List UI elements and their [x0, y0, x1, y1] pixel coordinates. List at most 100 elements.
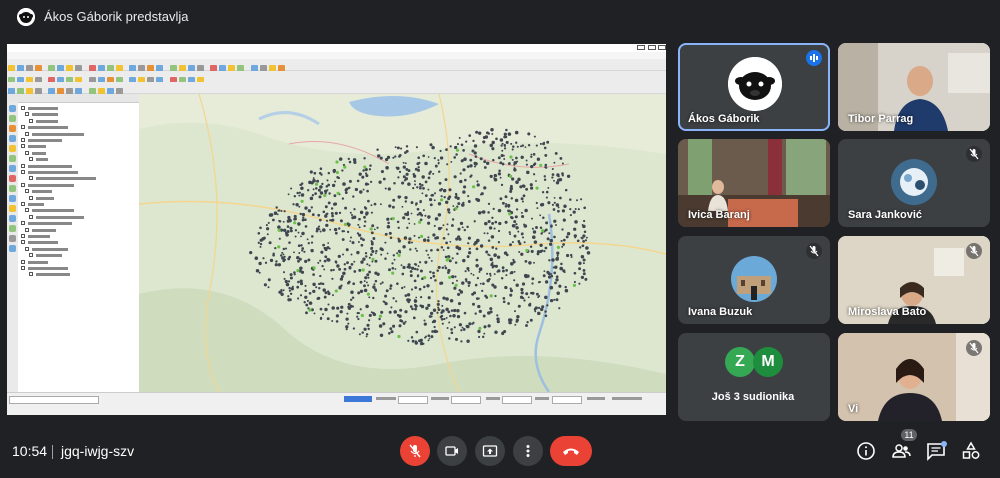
map-point	[386, 217, 390, 221]
map-point	[327, 242, 330, 244]
map-point	[456, 252, 459, 256]
participant-tile-miroslava[interactable]: Miroslava Bato	[838, 236, 990, 324]
map-point	[526, 321, 529, 324]
map-point	[525, 159, 528, 162]
map-point	[579, 246, 582, 249]
map-point	[282, 253, 285, 256]
map-point	[332, 268, 335, 272]
map-point	[533, 240, 538, 244]
map-point	[348, 265, 352, 269]
leave-call-button[interactable]	[550, 436, 592, 466]
map-point	[535, 201, 538, 205]
map-point	[281, 251, 284, 254]
map-point	[578, 282, 581, 285]
map-point	[460, 329, 463, 332]
map-point	[447, 197, 451, 201]
map-point	[427, 303, 431, 307]
info-icon	[857, 442, 875, 460]
map-point	[422, 209, 425, 212]
map-point	[539, 142, 542, 145]
map-point	[376, 226, 379, 229]
clock: 10:54	[12, 443, 48, 459]
map-point	[582, 258, 586, 262]
map-point	[412, 186, 415, 190]
map-point	[474, 283, 478, 287]
qgis-locator-search[interactable]	[9, 396, 99, 404]
present-button[interactable]	[475, 436, 505, 466]
map-point-green	[361, 268, 365, 272]
map-point	[468, 134, 472, 137]
map-point	[491, 140, 495, 145]
map-point	[513, 220, 517, 224]
map-point	[356, 179, 360, 183]
map-point-green	[323, 193, 327, 198]
map-point	[410, 336, 414, 339]
more-options-button[interactable]	[513, 436, 543, 466]
map-point	[503, 147, 507, 150]
map-point	[402, 161, 405, 164]
map-point	[261, 237, 265, 241]
activities-button[interactable]	[960, 440, 982, 462]
map-point	[288, 255, 292, 259]
map-point	[444, 178, 448, 182]
map-point	[477, 329, 481, 334]
map-point	[338, 267, 342, 271]
map-point	[322, 243, 325, 247]
map-point	[453, 326, 456, 329]
map-point	[501, 201, 505, 205]
map-point	[562, 243, 565, 246]
participant-tile-tibor[interactable]: Tibor Parrag	[838, 43, 990, 131]
map-point	[552, 266, 555, 269]
map-point	[532, 153, 536, 156]
map-point	[454, 337, 459, 341]
map-point	[524, 208, 528, 213]
map-point	[273, 211, 278, 215]
map-point	[504, 285, 508, 290]
map-point	[537, 311, 541, 316]
map-point	[539, 214, 542, 217]
map-point	[427, 188, 430, 191]
map-point	[374, 259, 378, 263]
map-point	[485, 250, 489, 254]
qgis-map-canvas[interactable]	[139, 94, 666, 392]
map-point	[398, 170, 402, 174]
map-point	[499, 176, 502, 179]
camera-toggle-button[interactable]	[437, 436, 467, 466]
map-point	[446, 163, 449, 166]
map-point	[359, 190, 363, 194]
participant-tile-sara[interactable]: Sara Janković	[838, 139, 990, 227]
map-point	[497, 172, 502, 176]
map-point	[439, 315, 443, 319]
map-point	[501, 142, 504, 145]
map-point	[484, 221, 488, 226]
map-point	[460, 340, 463, 343]
participant-tile-ivana[interactable]: Ivana Buzuk	[678, 236, 830, 324]
participant-tile-self[interactable]: Vi	[838, 333, 990, 421]
map-point	[408, 237, 412, 241]
people-button[interactable]	[890, 440, 912, 462]
map-point	[530, 153, 533, 156]
map-point	[384, 232, 388, 236]
map-point	[307, 189, 310, 192]
map-point	[352, 195, 355, 198]
map-point	[467, 236, 471, 240]
map-point	[516, 145, 519, 148]
map-point	[305, 311, 308, 315]
participant-name: Tibor Parrag	[848, 113, 914, 125]
map-point	[272, 218, 275, 222]
participant-tile-akos[interactable]: Ákos Gáborik	[678, 43, 830, 131]
map-point	[557, 209, 560, 213]
more-participants-tile[interactable]: Z M Još 3 sudionika	[678, 333, 830, 421]
map-point	[352, 158, 357, 162]
mic-toggle-button[interactable]	[400, 436, 430, 466]
participant-tile-ivica[interactable]: Ivica Baranj	[678, 139, 830, 227]
mic-off-icon	[966, 146, 982, 162]
map-point	[528, 261, 532, 265]
map-point	[462, 149, 465, 152]
map-point	[387, 331, 391, 335]
map-point	[414, 183, 417, 186]
map-point	[497, 156, 501, 160]
meeting-info-button[interactable]	[855, 440, 877, 462]
map-point	[507, 302, 510, 305]
map-point	[427, 215, 431, 219]
